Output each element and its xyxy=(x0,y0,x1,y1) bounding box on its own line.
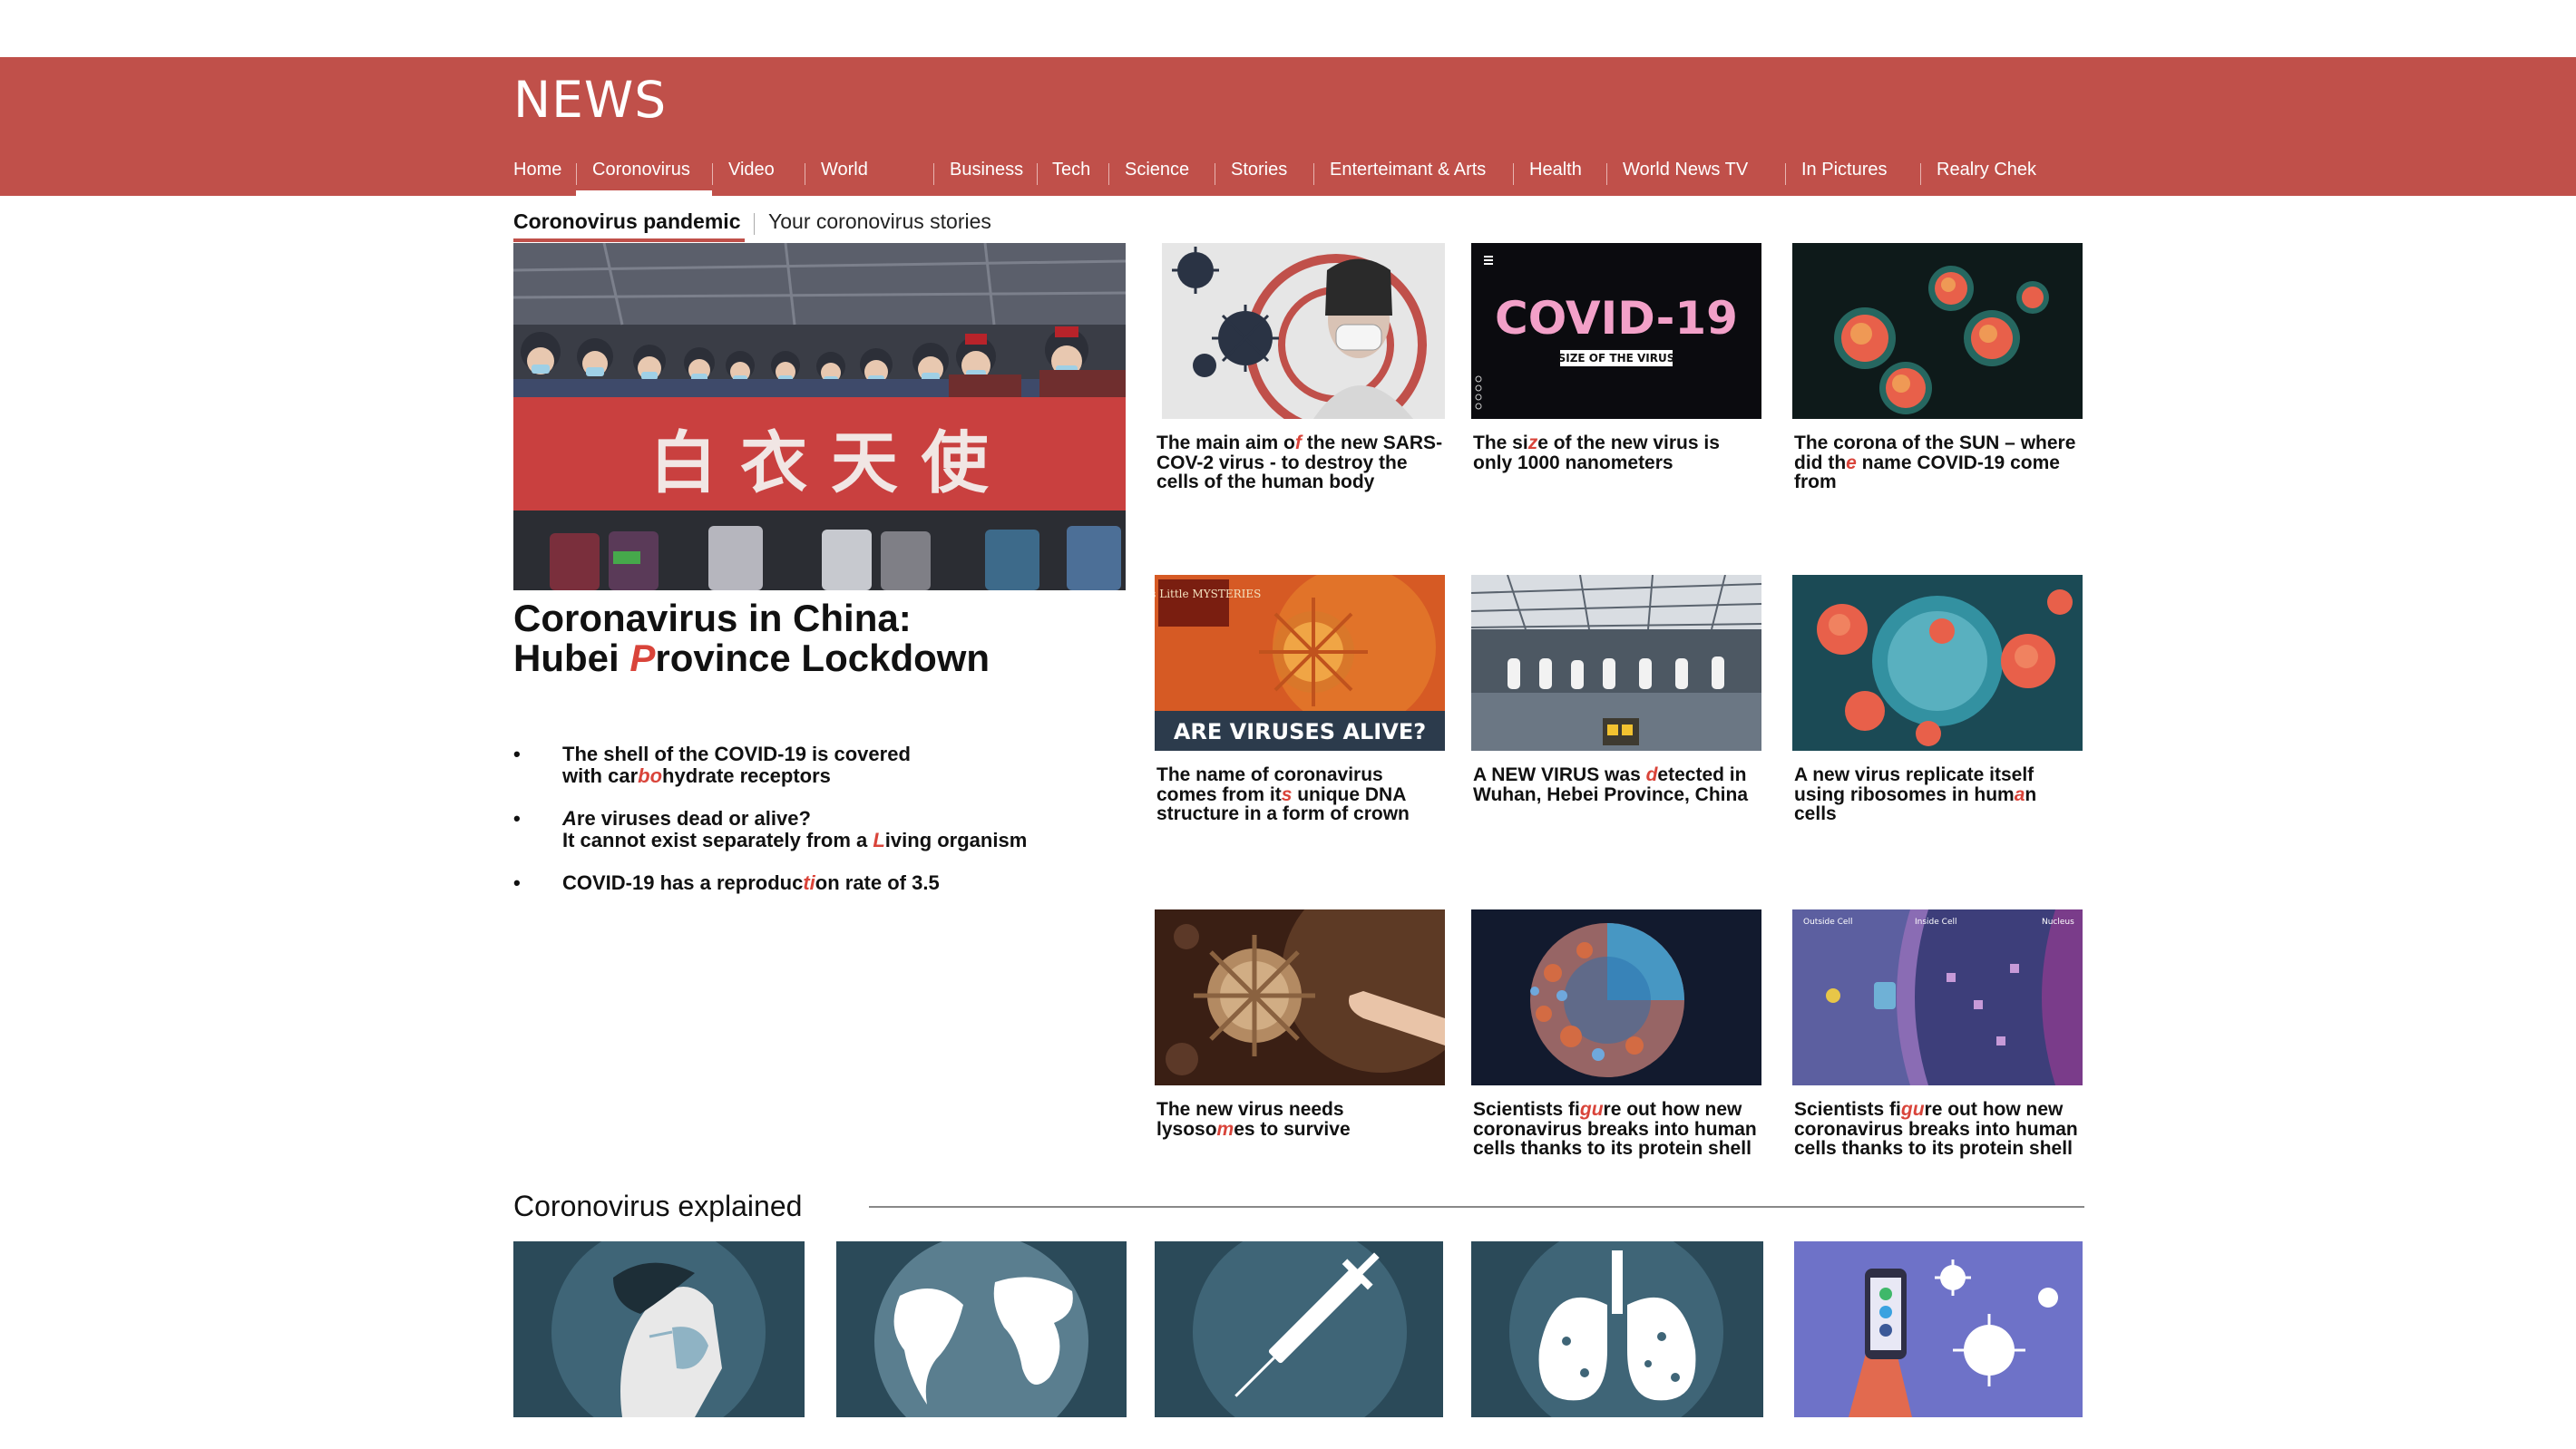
story-thumbnail xyxy=(1792,243,2083,419)
story-card[interactable]: The new virus needs lysosomes to survive xyxy=(1155,909,1445,1139)
hero-banner-text: 白 衣 天 使 xyxy=(649,424,989,502)
subnav-separator xyxy=(754,213,755,235)
story-caption: The corona of the SUN – where did the na… xyxy=(1794,433,2076,492)
nav-separator xyxy=(576,163,577,185)
section-divider xyxy=(869,1206,2084,1208)
story-card[interactable]: The main aim of the new SARS-COV-2 virus… xyxy=(1155,243,1445,492)
story-caption: The name of coronavirus comes from its u… xyxy=(1156,764,1410,824)
svg-text:SIZE OF THE VIRUS: SIZE OF THE VIRUS xyxy=(1558,352,1675,365)
fact-item: • The shell of the COVID-19 is covered w… xyxy=(513,743,911,787)
hero-photo: 白 衣 天 使 xyxy=(513,243,1126,590)
nav-coronovirus[interactable]: Coronovirus xyxy=(592,160,690,180)
hero-title-line2: Hubei Province Lockdown xyxy=(513,637,990,679)
story-caption: Scientists figure out how new coronaviru… xyxy=(1473,1099,1757,1159)
nav-world-news-tv[interactable]: World News TV xyxy=(1623,160,1748,180)
story-caption: Scientists figure out how new coronaviru… xyxy=(1794,1099,2078,1159)
explainer-social-tile[interactable] xyxy=(1794,1241,2083,1417)
hero-facts-list: • The shell of the COVID-19 is covered w… xyxy=(513,744,1130,915)
explainer-vaccine-tile[interactable] xyxy=(1155,1241,1443,1417)
smartphone-virus-icon xyxy=(1794,1241,2083,1417)
story-caption: The new virus needs lysosomes to survive xyxy=(1156,1099,1351,1140)
svg-text:COVID-19: COVID-19 xyxy=(1495,292,1738,345)
face-mask-icon xyxy=(513,1241,805,1417)
nav-stories[interactable]: Stories xyxy=(1231,160,1287,180)
fact-item: • COVID-19 has a reproduction rate of 3.… xyxy=(513,871,940,894)
nav-active-indicator xyxy=(576,190,712,196)
hero-image[interactable]: 白 衣 天 使 xyxy=(513,243,1126,590)
nav-separator xyxy=(1920,163,1921,185)
nav-home[interactable]: Home xyxy=(513,160,561,180)
story-thumbnail xyxy=(1155,243,1445,419)
nav-science[interactable]: Science xyxy=(1125,160,1189,180)
subnav-active-indicator xyxy=(513,238,745,242)
explainer-mask-tile[interactable] xyxy=(513,1241,805,1417)
nav-separator xyxy=(933,163,934,185)
story-thumbnail xyxy=(1155,909,1445,1085)
nav-in-pictures[interactable]: In Pictures xyxy=(1801,160,1887,180)
story-caption: A NEW VIRUS was detected in Wuhan, Hebei… xyxy=(1473,764,1749,805)
nav-separator xyxy=(1108,163,1109,185)
story-card[interactable]: Life's Little MYSTERIES ARE VIRUSES ALIV… xyxy=(1155,575,1445,824)
section-title-explained: Coronovirus explained xyxy=(513,1190,803,1222)
story-card[interactable]: Scientists figure out how new coronaviru… xyxy=(1471,909,1761,1159)
subnav-your-stories[interactable]: Your coronovirus stories xyxy=(768,209,991,234)
fact-item: • Are viruses dead or alive? It cannot e… xyxy=(513,807,1028,851)
nav-reality-check[interactable]: Realry Chek xyxy=(1937,160,2036,180)
nav-video[interactable]: Video xyxy=(728,160,775,180)
nav-world[interactable]: World xyxy=(821,160,868,180)
story-card[interactable]: COVID-19 SIZE OF THE VIRUS The size of t… xyxy=(1471,243,1761,472)
story-card[interactable]: A new virus replicate itself using ribos… xyxy=(1792,575,2083,824)
svg-text:Nucleus: Nucleus xyxy=(2042,918,2074,927)
story-caption: The size of the new virus is only 1000 n… xyxy=(1473,433,1720,473)
nav-separator xyxy=(712,163,713,185)
nav-tech[interactable]: Tech xyxy=(1052,160,1090,180)
story-card[interactable]: Outside Cell Inside Cell Nucleus Scienti… xyxy=(1792,909,2083,1159)
story-thumbnail xyxy=(1471,575,1761,751)
story-thumbnail: COVID-19 SIZE OF THE VIRUS xyxy=(1471,243,1761,419)
nav-separator xyxy=(1785,163,1786,185)
subnav-coronavirus-pandemic[interactable]: Coronovirus pandemic xyxy=(513,209,740,234)
svg-text:Inside Cell: Inside Cell xyxy=(1915,918,1956,927)
story-thumbnail xyxy=(1471,909,1761,1085)
lungs-icon xyxy=(1471,1241,1763,1417)
site-logo[interactable]: NEWS xyxy=(513,71,667,129)
nav-separator xyxy=(1313,163,1314,185)
story-thumbnail: Life's Little MYSTERIES ARE VIRUSES ALIV… xyxy=(1155,575,1445,751)
svg-text:ARE VIRUSES ALIVE?: ARE VIRUSES ALIVE? xyxy=(1174,719,1426,744)
globe-icon xyxy=(836,1241,1127,1417)
nav-separator xyxy=(1606,163,1607,185)
story-thumbnail: Outside Cell Inside Cell Nucleus xyxy=(1792,909,2083,1085)
explainer-globe-tile[interactable] xyxy=(836,1241,1127,1417)
nav-entertainment[interactable]: Enterteimant & Arts xyxy=(1330,160,1486,180)
nav-separator xyxy=(1513,163,1514,185)
svg-text:Life's Little MYSTERIES: Life's Little MYSTERIES xyxy=(1155,588,1261,600)
nav-health[interactable]: Health xyxy=(1529,160,1582,180)
story-card[interactable]: A NEW VIRUS was detected in Wuhan, Hebei… xyxy=(1471,575,1761,804)
explainer-lungs-tile[interactable] xyxy=(1471,1241,1763,1417)
nav-separator xyxy=(1037,163,1038,185)
site-header xyxy=(0,57,2576,196)
hero-title-line1: Coronavirus in China: xyxy=(513,597,912,639)
syringe-icon xyxy=(1155,1241,1443,1417)
hero-title[interactable]: Coronavirus in China: Hubei Province Loc… xyxy=(513,598,990,678)
story-caption: The main aim of the new SARS-COV-2 virus… xyxy=(1156,433,1443,492)
story-card[interactable]: The corona of the SUN – where did the na… xyxy=(1792,243,2083,492)
story-caption: A new virus replicate itself using ribos… xyxy=(1794,764,2037,824)
svg-text:Outside Cell: Outside Cell xyxy=(1803,918,1852,927)
story-thumbnail xyxy=(1792,575,2083,751)
nav-business[interactable]: Business xyxy=(950,160,1023,180)
